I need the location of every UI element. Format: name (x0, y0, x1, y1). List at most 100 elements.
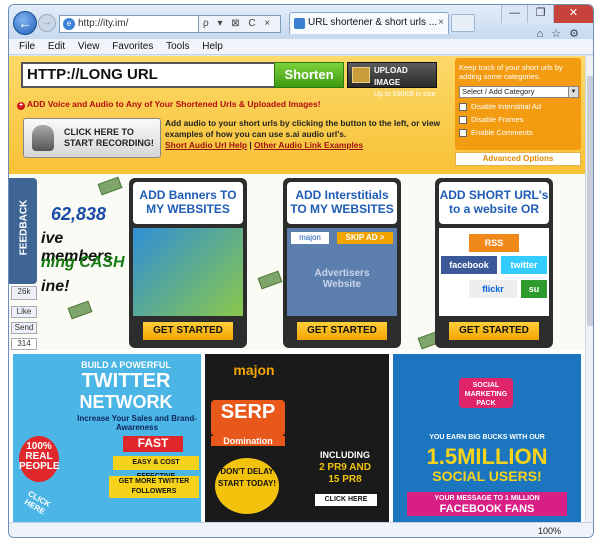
ie-icon: e (63, 18, 75, 30)
menu-tools[interactable]: Tools (166, 41, 189, 52)
badge-people: PEOPLE (19, 461, 60, 472)
ad3-earn: YOU EARN BIG BUCKS WITH OUR (429, 434, 545, 441)
back-button[interactable]: ← (13, 11, 37, 35)
dont-delay: DON'T DELAY (220, 467, 274, 476)
category-panel: Keep track of your short urls by adding … (455, 58, 581, 150)
title-bar: ← → e http://ity.im/ ρ ▾ ⊠ C × URL short… (9, 5, 593, 40)
ad2-click-here[interactable]: CLICK HERE (315, 494, 377, 506)
new-tab-button[interactable] (451, 14, 475, 32)
banners-image (133, 228, 243, 316)
feedback-label: FEEDBACK (18, 199, 30, 256)
start-today-badge[interactable]: DON'T DELAY START TODAY! (215, 458, 279, 514)
card-title: ADD Interstitials TO MY WEBSITES (287, 182, 397, 224)
forward-button[interactable]: → (38, 14, 56, 32)
twitter-icon: twitter (501, 256, 547, 274)
stumbleupon-icon: su (521, 280, 547, 298)
checkbox[interactable] (459, 116, 467, 125)
option-disable-interstitial[interactable]: Disable Interstitial Ad (459, 102, 577, 112)
easy-label: EASY & COST EFFECTIVE (113, 456, 199, 480)
short-audio-help-link[interactable]: Short Audio Url Help (165, 140, 247, 150)
status-bar: 100% (9, 522, 593, 537)
upload-image-button[interactable]: UPLOAD IMAGE Up to 500KB in size (347, 62, 437, 98)
category-intro: Keep track of your short urls by adding … (459, 63, 563, 81)
vertical-scrollbar[interactable] (585, 56, 593, 522)
facebook-fans-button[interactable]: YOUR MESSAGE TO 1 MILLION FACEBOOK FANS (407, 492, 567, 516)
ad1-line3: NETWORK (79, 392, 173, 412)
address-bar[interactable]: e http://ity.im/ (59, 15, 199, 33)
record-button[interactable]: CLICK HERE TO START RECORDING! (23, 118, 161, 158)
banners-card[interactable]: ADD Banners TO MY WEBSITES GET STARTED (129, 178, 247, 348)
skip-ad-button[interactable]: SKIP AD > (337, 232, 393, 244)
money-icon (257, 270, 283, 290)
long-url-input[interactable]: HTTP://LONG URL (21, 62, 279, 88)
category-select[interactable]: Select / Add Category ▼ (459, 86, 579, 98)
add-voice-link[interactable]: + ADD Voice and Audio to Any of Your Shor… (17, 99, 321, 110)
serp-domination-ad[interactable]: majon SERP Domination DON'T DELAY START T… (205, 354, 389, 522)
ad2-serp: SERP (211, 400, 285, 436)
add-voice-text: ADD Voice and Audio to Any of Your Short… (27, 99, 321, 109)
short-url-card[interactable]: ADD SHORT URL's to a website OR RSS face… (435, 178, 553, 348)
real-people-badge: 100% REAL PEOPLE (19, 436, 60, 482)
ad3-msg: YOUR MESSAGE TO 1 MILLION (434, 495, 540, 502)
ad1-click-here[interactable]: CLICK HERE (15, 485, 59, 521)
browser-window: ← → e http://ity.im/ ρ ▾ ⊠ C × URL short… (8, 4, 594, 538)
ad3-fans: FACEBOOK FANS (439, 503, 535, 515)
social-marketing-ad[interactable]: SOCIAL MARKETING PACK YOU EARN BIG BUCKS… (393, 354, 581, 522)
get-started-button[interactable]: GET STARTED (449, 322, 539, 340)
tab-title: URL shortener & short urls ... (308, 17, 438, 28)
favicon-icon (294, 18, 305, 29)
more-followers-button[interactable]: GET MORE TWITTER FOLLOWERS (109, 476, 199, 498)
tab-active[interactable]: URL shortener & short urls ... × (289, 12, 449, 34)
start-today: START TODAY! (217, 479, 277, 488)
ad2-pr2: 15 PR8 (328, 474, 362, 485)
send-button[interactable]: Send (11, 322, 37, 334)
option-label: Disable Interstitial Ad (471, 102, 542, 111)
feedback-tab[interactable]: FEEDBACK (9, 178, 37, 284)
get-started-button[interactable]: GET STARTED (297, 322, 387, 340)
audio-examples-link[interactable]: Other Audio Link Examples (254, 140, 363, 150)
menu-file[interactable]: File (19, 41, 35, 52)
option-label: Disable Frames (471, 115, 524, 125)
menu-view[interactable]: View (78, 41, 100, 52)
plus-icon: + (17, 102, 25, 110)
audio-link-separator: | (249, 140, 252, 150)
option-enable-comments[interactable]: Enable Comments (459, 128, 577, 138)
get-started-button[interactable]: GET STARTED (143, 322, 233, 340)
close-button[interactable]: ✕ (553, 5, 593, 23)
fast-label: FAST (123, 436, 183, 452)
social-logos-image: RSS facebook twitter flickr su (439, 228, 549, 316)
shorten-button[interactable]: Shorten (274, 62, 344, 88)
maximize-button[interactable]: ❐ (527, 5, 553, 23)
checkbox[interactable] (459, 103, 467, 112)
upload-title: UPLOAD IMAGE (374, 66, 408, 87)
zoom-level[interactable]: 100% (538, 523, 561, 537)
ad2-dom: Domination (211, 436, 285, 446)
image-icon (352, 67, 370, 83)
ad2-brand: majon (233, 362, 275, 378)
minimize-button[interactable]: — (501, 5, 527, 23)
twitter-network-ad[interactable]: BUILD A POWERFUL TWITTER NETWORK Increas… (13, 354, 201, 522)
tab-close-icon[interactable]: × (438, 13, 444, 33)
card-title: ADD Banners TO MY WEBSITES (133, 182, 243, 224)
option-disable-frames[interactable]: Disable Frames (459, 115, 577, 125)
plus-one-count: 314 (11, 338, 37, 350)
record-line1: CLICK HERE TO (64, 127, 134, 137)
scroll-thumb[interactable] (587, 76, 593, 326)
checkbox[interactable] (459, 129, 467, 138)
ad1-line4: Increase Your Sales and Brand-Awareness (77, 414, 197, 432)
interstitial-image: majon SKIP AD > Advertisers Website (287, 228, 397, 316)
address-buttons[interactable]: ρ ▾ ⊠ C × (199, 15, 281, 33)
ad-banners: BUILD A POWERFUL TWITTER NETWORK Increas… (9, 354, 585, 522)
menu-favorites[interactable]: Favorites (112, 41, 153, 52)
menu-edit[interactable]: Edit (48, 41, 65, 52)
menu-help[interactable]: Help (202, 41, 223, 52)
upload-sub: Up to 500KB in size (374, 91, 436, 98)
members-line4: ine! (41, 278, 70, 295)
address-text: http://ity.im/ (78, 18, 129, 29)
majon-logo: majon (291, 232, 329, 244)
like-button[interactable]: Like (11, 306, 37, 318)
interstitials-card[interactable]: ADD Interstitials TO MY WEBSITES majon S… (283, 178, 401, 348)
option-label: Enable Comments (471, 128, 533, 138)
microphone-icon (32, 125, 54, 151)
advanced-options-button[interactable]: Advanced Options (455, 152, 581, 166)
